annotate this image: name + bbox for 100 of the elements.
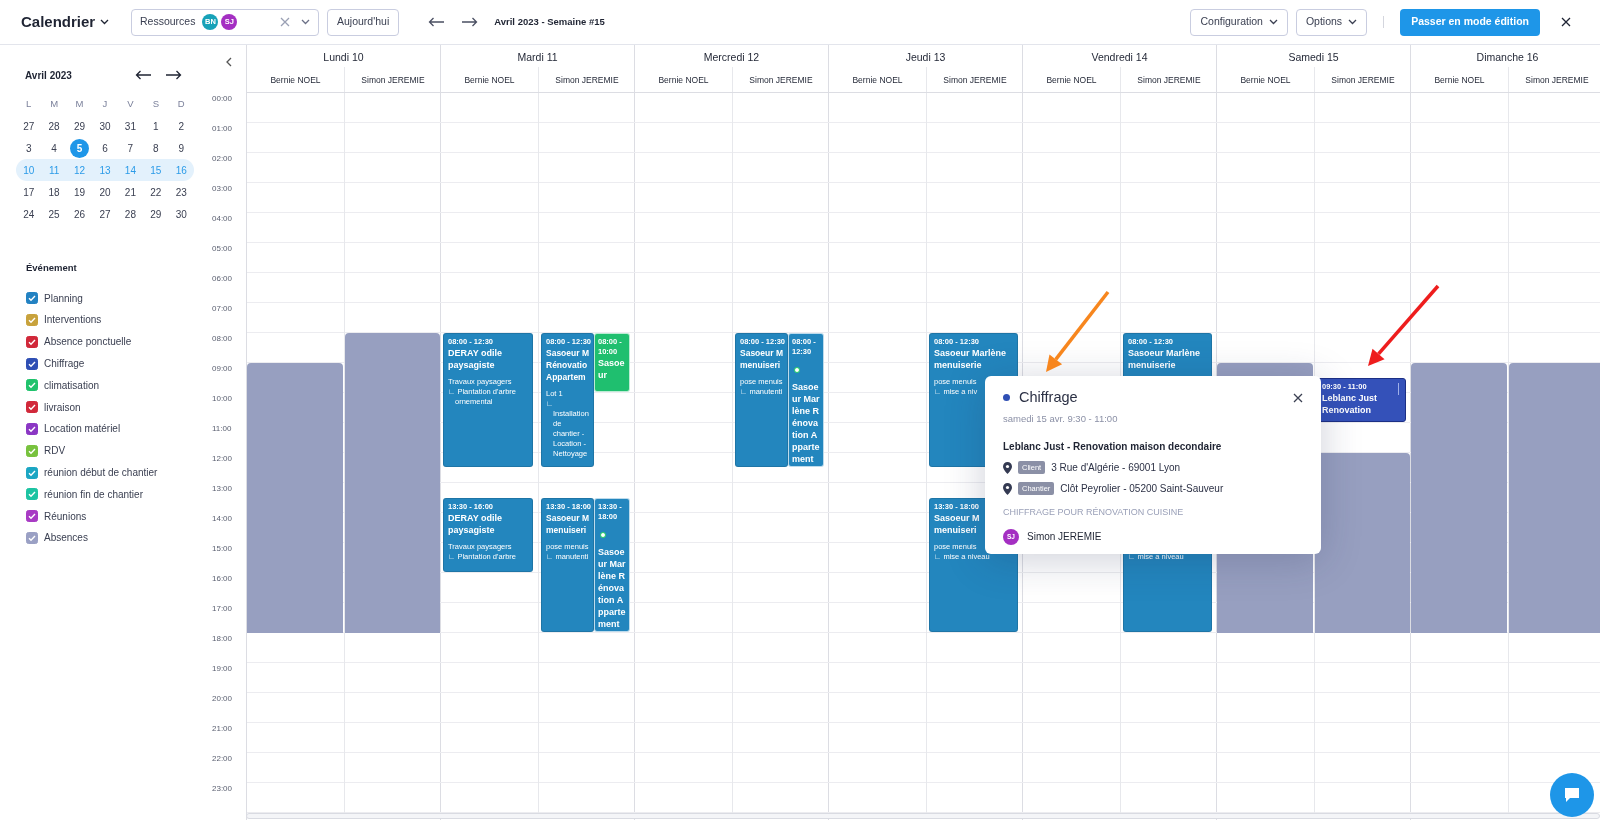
event-title: Rénovatio: [546, 359, 589, 371]
weekday-label: S: [151, 96, 160, 111]
checkbox-label: climatisation: [44, 378, 100, 393]
location-pin-icon: [1003, 461, 1012, 474]
weekday-label: M: [49, 96, 60, 111]
caret-icon[interactable]: [100, 19, 110, 25]
calendar-day[interactable]: 18: [48, 186, 60, 198]
calendar-day[interactable]: 27: [99, 208, 111, 220]
checkbox[interactable]: [26, 531, 38, 544]
calendar-day[interactable]: 6: [102, 142, 108, 154]
close-icon[interactable]: [1561, 17, 1571, 27]
arrow-right-icon[interactable]: [461, 17, 479, 27]
calendar-day[interactable]: 30: [99, 120, 111, 132]
checkbox[interactable]: [26, 357, 38, 370]
checkbox[interactable]: [26, 422, 38, 435]
collapse-icon[interactable]: [226, 57, 232, 67]
arrow-right-icon[interactable]: [165, 70, 182, 80]
calendar-day[interactable]: 29: [74, 120, 86, 132]
hour-label: 08:00: [212, 334, 233, 343]
calendar-day[interactable]: 30: [175, 208, 187, 220]
today-button[interactable]: Aujourd'hui: [327, 8, 400, 36]
hour-label: 21:00: [212, 724, 233, 733]
calendar-day[interactable]: 3: [25, 142, 32, 154]
checkbox-label: Planning: [44, 291, 83, 306]
calendar-week[interactable]: 27 28 29 30 31 1 2: [16, 115, 194, 137]
hour-label: 03:00: [212, 184, 233, 193]
checkbox[interactable]: [26, 335, 38, 348]
resource-name: Simon JEREMIE: [943, 75, 1007, 85]
calendar-day[interactable]: 4: [51, 142, 57, 154]
calendar-day[interactable]: 7: [127, 142, 134, 154]
event-title: menuiseri: [740, 359, 782, 371]
chat-icon: [1562, 785, 1582, 805]
calendar-day[interactable]: 17: [23, 186, 35, 198]
horizontal-scrollbar[interactable]: [246, 813, 1600, 819]
checkbox[interactable]: [26, 401, 38, 414]
resource-name: Bernie NOEL: [464, 75, 515, 85]
calendar-week[interactable]: 24 25 26 27 28 29 30: [16, 203, 194, 225]
event-title: menuiseri: [934, 524, 978, 536]
checkbox-label: Location matériel: [44, 422, 121, 437]
day-header: Jeudi 13: [904, 50, 947, 65]
menu-button[interactable]: Options: [1295, 8, 1368, 36]
calendar-week[interactable]: 3 4 5 6 7 8 9: [16, 137, 194, 159]
chevron-down-icon[interactable]: [301, 19, 310, 25]
resize-handle[interactable]: [1397, 383, 1399, 395]
calendar-day[interactable]: 25: [48, 208, 60, 220]
calendar-day[interactable]: 19: [74, 186, 86, 198]
resource-name: Bernie NOEL: [852, 75, 903, 85]
absence-block[interactable]: [1315, 453, 1410, 633]
checkbox[interactable]: [26, 292, 38, 305]
calendar-day[interactable]: 23: [175, 186, 187, 198]
calendar-day[interactable]: 31: [124, 120, 136, 132]
assignee-name: Simon JEREMIE: [1027, 530, 1102, 544]
location-pin-icon: [1003, 482, 1012, 495]
event-title: Sasoeur M: [546, 512, 589, 524]
calendar-day[interactable]: 26: [74, 208, 86, 220]
checkbox-label: livraison: [44, 400, 81, 415]
arrow-left-icon[interactable]: [428, 17, 446, 27]
calendar-day[interactable]: 28: [48, 120, 60, 132]
checkbox[interactable]: [26, 488, 38, 501]
calendar-day[interactable]: 27: [23, 120, 35, 132]
calendar-day[interactable]: 28: [124, 208, 136, 220]
hour-label: 13:00: [212, 484, 233, 493]
calendar-day[interactable]: 22: [150, 186, 162, 198]
chat-button[interactable]: [1550, 773, 1594, 817]
checkbox-label: RDV: [44, 444, 66, 459]
popup-title: Chiffrage: [1019, 388, 1078, 407]
calendar-day[interactable]: 21: [124, 186, 136, 198]
hour-label: 18:00: [212, 634, 233, 643]
checkbox-label: Absences: [44, 531, 88, 546]
calendar-day[interactable]: 24: [23, 208, 35, 220]
caret-icon: [1268, 19, 1278, 25]
calendar-day[interactable]: 8: [153, 142, 159, 154]
calendar-day[interactable]: 1: [153, 120, 159, 132]
hour-label: 15:00: [212, 544, 233, 553]
checkbox[interactable]: [26, 466, 38, 479]
checkbox[interactable]: [26, 444, 38, 457]
hour-label: 12:00: [212, 454, 233, 463]
checkbox[interactable]: [26, 379, 38, 392]
calendar-day[interactable]: 20: [99, 186, 111, 198]
close-icon[interactable]: [1293, 392, 1303, 403]
checkbox[interactable]: [26, 510, 38, 523]
app-title[interactable]: Calendrier: [21, 10, 96, 34]
event-title: menuiserie: [934, 359, 983, 371]
clear-icon[interactable]: [280, 17, 290, 27]
calendar-day[interactable]: 9: [178, 142, 184, 154]
hour-label: 06:00: [212, 274, 233, 283]
day-header: Samedi 15: [1287, 50, 1340, 65]
calendar-week[interactable]: 17 18 19 20 21 22 23: [16, 181, 194, 203]
address-text: 3 Rue d'Algérie - 69001 Lyon: [1051, 461, 1181, 475]
event-title: Sasoeur Marlène: [934, 347, 1008, 359]
resource-name: Bernie NOEL: [270, 75, 321, 85]
calendar-day[interactable]: 2: [178, 120, 184, 132]
resource-name: Bernie NOEL: [1434, 75, 1485, 85]
event-title: DERAY odile: [448, 347, 504, 359]
calendar-day[interactable]: 29: [150, 208, 162, 220]
day-header: Mercredi 12: [702, 50, 761, 65]
day-header: Vendredi 14: [1090, 50, 1149, 65]
menu-button[interactable]: Configuration: [1190, 8, 1288, 36]
arrow-left-icon[interactable]: [135, 70, 152, 80]
checkbox[interactable]: [26, 313, 38, 326]
